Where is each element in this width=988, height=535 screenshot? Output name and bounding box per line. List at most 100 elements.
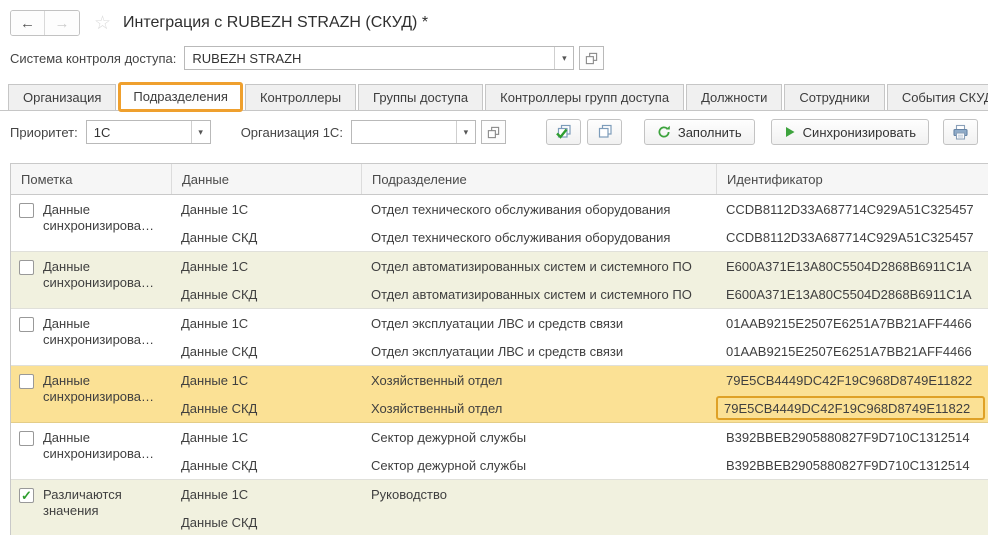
sync-table: Пометка Данные Подразделение Идентификат… xyxy=(10,163,988,535)
table-row-group[interactable]: Данные синхронизирова… Данные 1С Отдел т… xyxy=(11,195,988,252)
sync-button-label: Синхронизировать xyxy=(803,125,916,140)
source-cell[interactable]: Данные 1С xyxy=(171,195,361,223)
mark-label: Данные синхронизирова… xyxy=(43,430,155,462)
open-form-icon xyxy=(487,126,500,139)
acs-combo-value[interactable]: RUBEZH STRAZH xyxy=(185,47,554,69)
tab-organization[interactable]: Организация xyxy=(8,84,116,110)
column-header-department[interactable]: Подразделение xyxy=(361,164,716,194)
acs-combo[interactable]: RUBEZH STRAZH ▾ xyxy=(184,46,574,70)
mark-cell: Данные синхронизирова… xyxy=(11,195,171,251)
source-cell[interactable]: Данные 1С xyxy=(171,366,361,394)
acs-field-row: Система контроля доступа: RUBEZH STRAZH … xyxy=(0,42,988,80)
tab-access-group-controllers[interactable]: Контроллеры групп доступа xyxy=(485,84,684,110)
row-checkbox-checked[interactable]: ✓ xyxy=(19,488,34,503)
identifier-cell[interactable]: E600A371E13A80C5504D2868B6911C1A xyxy=(716,252,988,280)
source-cell[interactable]: Данные СКД xyxy=(171,280,361,308)
sync-button[interactable]: Синхронизировать xyxy=(771,119,929,145)
identifier-cell[interactable]: CCDB8112D33A687714C929A51C325457 xyxy=(716,195,988,223)
table-row-group[interactable]: Данные синхронизирова… Данные 1С Сектор … xyxy=(11,423,988,480)
department-cell[interactable]: Отдел технического обслуживания оборудов… xyxy=(361,195,716,223)
department-cell[interactable] xyxy=(361,508,716,535)
department-cell[interactable]: Отдел автоматизированных систем и систем… xyxy=(361,280,716,308)
identifier-cell[interactable]: 01AAB9215E2507E6251A7BB21AFF4466 xyxy=(716,309,988,337)
source-cell[interactable]: Данные СКД xyxy=(171,508,361,535)
source-cell[interactable]: Данные 1С xyxy=(171,309,361,337)
identifier-cell[interactable]: B392BBEB2905880827F9D710C1312514 xyxy=(716,423,988,451)
title-bar: ← → ☆ Интеграция с RUBEZH STRAZH (СКУД) … xyxy=(0,0,988,42)
mark-label: Данные синхронизирова… xyxy=(43,373,155,405)
acs-open-button[interactable] xyxy=(579,46,604,70)
source-cell[interactable]: Данные 1С xyxy=(171,252,361,280)
uncheck-all-icon xyxy=(596,124,613,141)
priority-label: Приоритет: xyxy=(10,125,78,140)
print-button[interactable] xyxy=(943,119,978,145)
uncheck-all-button[interactable] xyxy=(587,119,622,145)
row-checkbox[interactable] xyxy=(19,374,34,389)
row-checkbox[interactable] xyxy=(19,203,34,218)
department-cell[interactable]: Хозяйственный отдел xyxy=(361,394,716,422)
department-cell[interactable]: Отдел автоматизированных систем и систем… xyxy=(361,252,716,280)
priority-dropdown-icon[interactable]: ▾ xyxy=(191,121,210,143)
org-value[interactable] xyxy=(352,121,456,143)
row-checkbox[interactable] xyxy=(19,260,34,275)
column-header-identifier[interactable]: Идентификатор xyxy=(716,164,988,194)
check-all-button[interactable] xyxy=(546,119,581,145)
acs-dropdown-icon[interactable]: ▾ xyxy=(554,47,573,69)
org-combo[interactable]: ▾ xyxy=(351,120,476,144)
table-header-row: Пометка Данные Подразделение Идентификат… xyxy=(11,164,988,195)
identifier-cell[interactable]: 79E5CB4449DC42F19C968D8749E11822 xyxy=(716,366,988,394)
table-row-group[interactable]: Данные синхронизирова… Данные 1С Отдел а… xyxy=(11,252,988,309)
priority-value[interactable]: 1С xyxy=(87,121,191,143)
tab-access-groups[interactable]: Группы доступа xyxy=(358,84,483,110)
forward-button[interactable]: → xyxy=(45,11,79,35)
printer-icon xyxy=(952,124,969,141)
identifier-cell-active[interactable]: 79E5CB4449DC42F19C968D8749E11822 xyxy=(716,396,985,420)
back-arrow-icon: ← xyxy=(20,15,35,32)
identifier-cell[interactable] xyxy=(716,480,988,508)
department-cell[interactable]: Хозяйственный отдел xyxy=(361,366,716,394)
table-row-group[interactable]: Данные синхронизирова… Данные 1С Отдел э… xyxy=(11,309,988,366)
play-icon xyxy=(784,126,796,138)
table-row-group-selected[interactable]: Данные синхронизирова… Данные 1С Хозяйст… xyxy=(11,366,988,423)
department-cell[interactable]: Руководство xyxy=(361,480,716,508)
source-cell[interactable]: Данные СКД xyxy=(171,394,361,422)
column-header-data[interactable]: Данные xyxy=(171,164,361,194)
identifier-cell[interactable]: E600A371E13A80C5504D2868B6911C1A xyxy=(716,280,988,308)
org-dropdown-icon[interactable]: ▾ xyxy=(456,121,475,143)
fill-button-label: Заполнить xyxy=(678,125,742,140)
row-checkbox[interactable] xyxy=(19,317,34,332)
back-button[interactable]: ← xyxy=(11,11,45,35)
mark-cell: Данные синхронизирова… xyxy=(11,252,171,308)
tab-controllers[interactable]: Контроллеры xyxy=(245,84,356,110)
identifier-cell[interactable]: 01AAB9215E2507E6251A7BB21AFF4466 xyxy=(716,337,988,365)
column-header-mark[interactable]: Пометка xyxy=(11,164,171,194)
identifier-cell[interactable]: CCDB8112D33A687714C929A51C325457 xyxy=(716,223,988,251)
source-cell[interactable]: Данные 1С xyxy=(171,480,361,508)
source-cell[interactable]: Данные СКД xyxy=(171,337,361,365)
identifier-cell[interactable]: B392BBEB2905880827F9D710C1312514 xyxy=(716,451,988,479)
department-cell[interactable]: Отдел эксплуатации ЛВС и средств связи xyxy=(361,337,716,365)
department-cell[interactable]: Отдел технического обслуживания оборудов… xyxy=(361,223,716,251)
org-open-button[interactable] xyxy=(481,120,506,144)
department-cell[interactable]: Отдел эксплуатации ЛВС и средств связи xyxy=(361,309,716,337)
source-cell[interactable]: Данные 1С xyxy=(171,423,361,451)
mark-cell: Данные синхронизирова… xyxy=(11,309,171,365)
tab-departments[interactable]: Подразделения xyxy=(118,82,243,112)
tab-employees[interactable]: Сотрудники xyxy=(784,84,884,110)
org-label: Организация 1С: xyxy=(241,125,343,140)
department-cell[interactable]: Сектор дежурной службы xyxy=(361,423,716,451)
row-checkbox[interactable] xyxy=(19,431,34,446)
identifier-cell[interactable] xyxy=(716,508,988,535)
refresh-icon xyxy=(657,125,671,139)
forward-arrow-icon: → xyxy=(55,15,70,32)
tab-positions[interactable]: Должности xyxy=(686,84,782,110)
fill-button[interactable]: Заполнить xyxy=(644,119,755,145)
source-cell[interactable]: Данные СКД xyxy=(171,223,361,251)
priority-combo[interactable]: 1С ▾ xyxy=(86,120,211,144)
department-cell[interactable]: Сектор дежурной службы xyxy=(361,451,716,479)
source-cell[interactable]: Данные СКД xyxy=(171,451,361,479)
mark-label: Данные синхронизирова… xyxy=(43,316,155,348)
favorite-star-icon[interactable]: ☆ xyxy=(94,14,111,33)
tab-acs-events[interactable]: События СКУД xyxy=(887,84,988,110)
table-row-group[interactable]: ✓ Различаются значения Данные 1С Руковод… xyxy=(11,480,988,535)
